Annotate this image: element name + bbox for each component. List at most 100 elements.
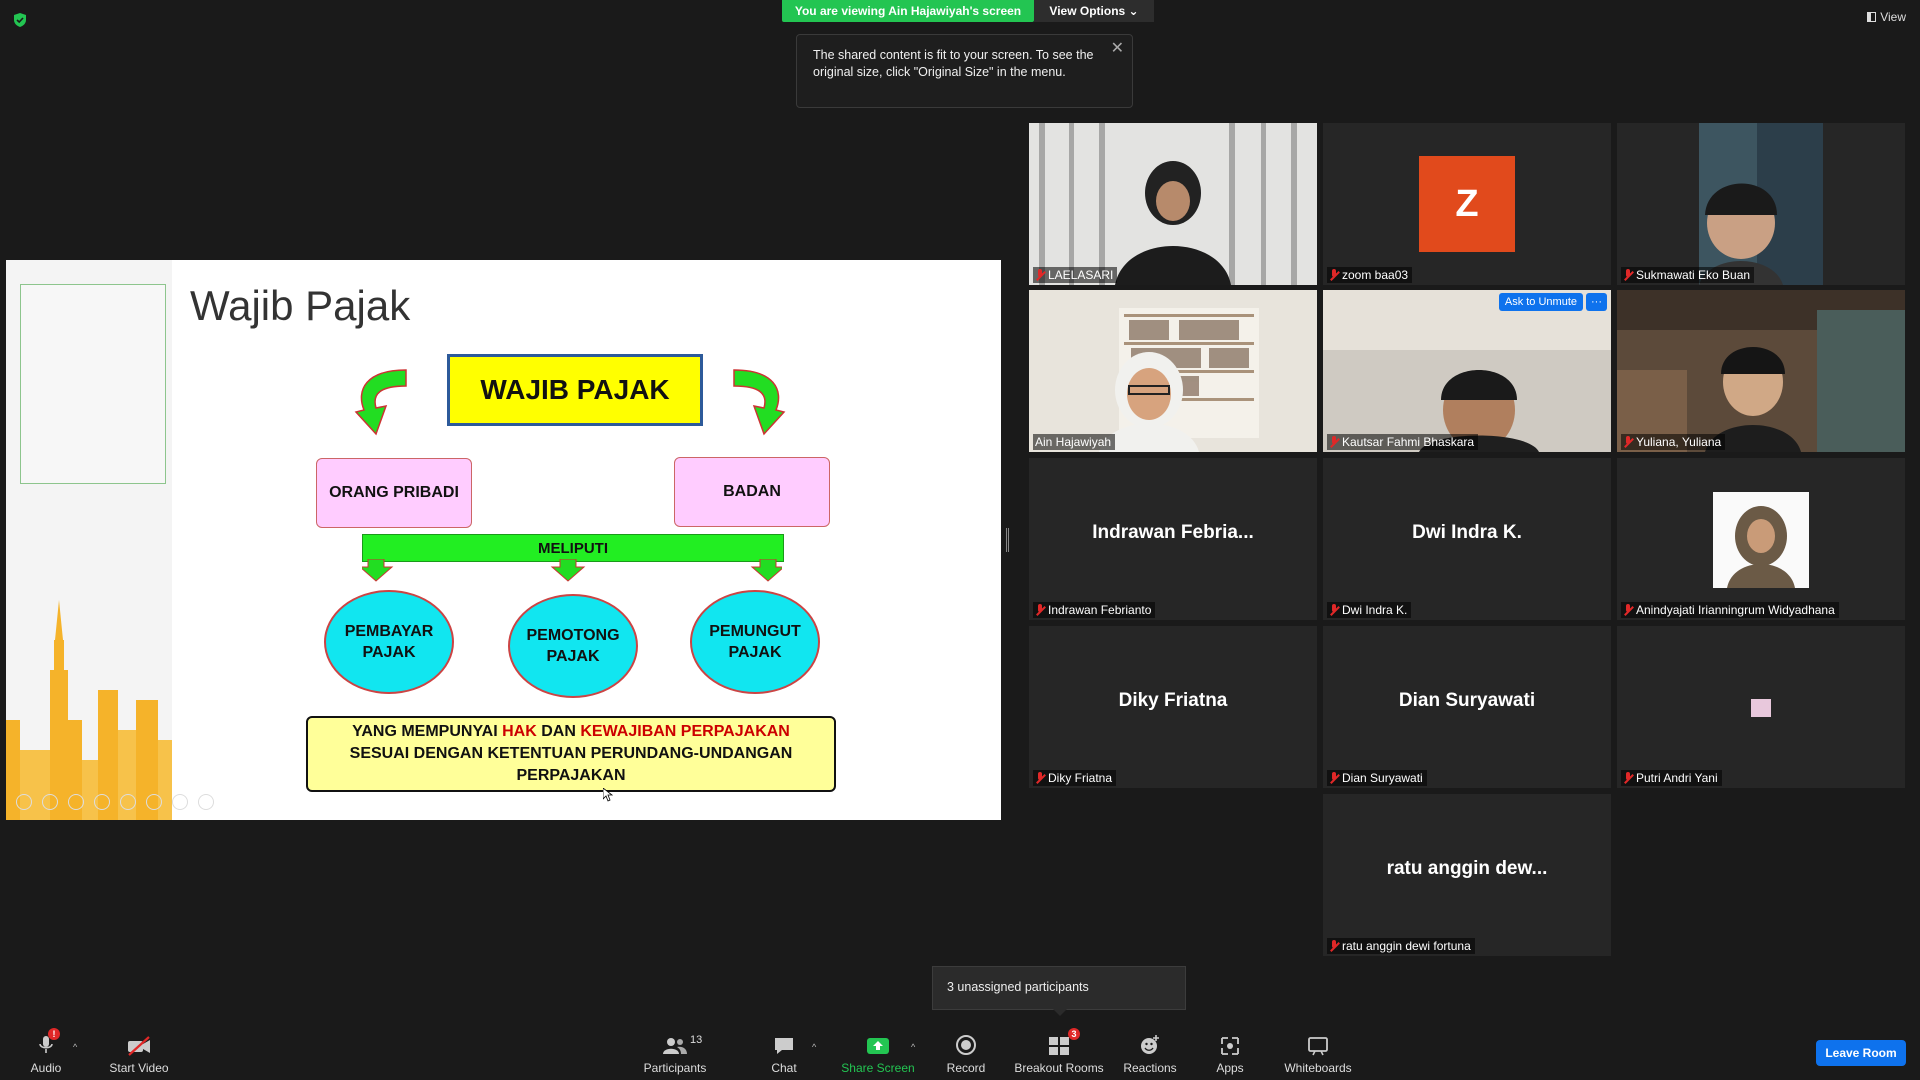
participant-name-label: Indrawan Febrianto xyxy=(1033,602,1156,618)
participants-icon xyxy=(663,1038,687,1054)
view-options-button[interactable]: View Options ⌄ xyxy=(1034,0,1154,22)
avatar: Z xyxy=(1419,156,1515,252)
video-feed xyxy=(1029,290,1317,452)
chat-button[interactable]: Chat xyxy=(762,1022,806,1080)
avatar xyxy=(1713,492,1809,588)
participant-tile[interactable]: Yuliana, Yuliana xyxy=(1617,290,1905,452)
chat-bubble-icon xyxy=(775,1038,793,1054)
participant-tile[interactable]: ratu anggin dew... ratu anggin dewi fort… xyxy=(1323,794,1611,956)
ask-to-unmute-button[interactable]: Ask to Unmute xyxy=(1498,293,1583,311)
video-feed xyxy=(1617,123,1905,285)
camera-icon[interactable] xyxy=(172,794,188,810)
muted-mic-icon xyxy=(1329,772,1339,784)
participant-tile-active-speaker[interactable]: Ain Hajawiyah xyxy=(1029,290,1317,452)
record-button[interactable]: Record xyxy=(944,1022,988,1080)
participant-tile[interactable]: Dwi Indra K. Dwi Indra K. xyxy=(1323,458,1611,620)
viewing-screen-banner: You are viewing Ain Hajawiyah's screen xyxy=(782,0,1034,22)
reactions-button[interactable]: Reactions xyxy=(1122,1022,1178,1080)
chat-label: Chat xyxy=(771,1061,797,1075)
whiteboards-label: Whiteboards xyxy=(1284,1061,1352,1075)
close-icon[interactable]: ✕ xyxy=(1111,41,1124,57)
participant-display-name: Indrawan Febria... xyxy=(1092,522,1254,543)
chat-options-caret[interactable]: ^ xyxy=(812,1042,816,1052)
security-shield-icon[interactable] xyxy=(12,12,28,28)
start-video-button[interactable]: Start Video xyxy=(104,1022,174,1080)
participant-tile[interactable]: Indrawan Febria... Indrawan Febrianto xyxy=(1029,458,1317,620)
definition-note-box: YANG MEMPUNYAI HAK DAN KEWAJIBAN PERPAJA… xyxy=(306,716,836,792)
wajib-pajak-box: WAJIB PAJAK xyxy=(447,354,703,426)
breakout-rooms-badge: 3 xyxy=(1068,1028,1080,1040)
note-kewajiban: KEWAJIBAN PERPAJAKAN xyxy=(580,723,790,740)
breakout-rooms-button[interactable]: 3 Breakout Rooms xyxy=(1012,1022,1106,1080)
participant-tile[interactable]: Putri Andri Yani xyxy=(1617,626,1905,788)
note-line-1: YANG MEMPUNYAI HAK DAN KEWAJIBAN PERPAJA… xyxy=(352,721,790,743)
fit-screen-tooltip: The shared content is fit to your screen… xyxy=(796,34,1133,108)
participant-tile[interactable]: Diky Friatna Diky Friatna xyxy=(1029,626,1317,788)
participants-button[interactable]: 13 Participants xyxy=(640,1022,710,1080)
zoom-icon[interactable] xyxy=(120,794,136,810)
note-line-2: SESUAI DENGAN KETENTUAN PERUNDANG-UNDANG… xyxy=(349,745,793,762)
pembayar-pajak-ellipse: PEMBAYAR PAJAK xyxy=(324,590,454,694)
muted-mic-icon xyxy=(1329,604,1339,616)
mouse-cursor-icon xyxy=(603,788,613,802)
badan-box: BADAN xyxy=(674,457,830,527)
shared-screen-slide[interactable]: Wajib Pajak WAJIB PAJAK ORANG PRIBADI BA… xyxy=(6,260,1001,820)
apps-icon xyxy=(1221,1037,1239,1055)
reactions-label: Reactions xyxy=(1123,1061,1177,1075)
muted-mic-icon xyxy=(1035,772,1045,784)
more-icon[interactable] xyxy=(198,794,214,810)
participant-tile[interactable]: Ask to Unmute ··· Kautsar Fahmi Bhaskara xyxy=(1323,290,1611,452)
subtitle-icon[interactable] xyxy=(146,794,162,810)
breakout-rooms-label: Breakout Rooms xyxy=(1014,1061,1104,1075)
meliputi-bar: MELIPUTI xyxy=(362,534,784,562)
note-text: YANG MEMPUNYAI xyxy=(352,723,503,740)
participant-name-label: Yuliana, Yuliana xyxy=(1621,434,1726,450)
split-resize-handle[interactable] xyxy=(1006,528,1009,552)
muted-mic-icon xyxy=(1329,436,1339,448)
share-screen-button[interactable]: Share Screen xyxy=(838,1022,918,1080)
meeting-toolbar: ! Audio ^ Start Video 13 Participants Ch… xyxy=(0,1022,1920,1080)
participant-tile[interactable]: LAELASARI xyxy=(1029,123,1317,285)
participant-tile[interactable]: Z zoom baa03 xyxy=(1323,123,1611,285)
leave-room-button[interactable]: Leave Room xyxy=(1816,1040,1906,1066)
tile-more-button[interactable]: ··· xyxy=(1586,293,1607,311)
prev-icon[interactable] xyxy=(16,794,32,810)
unassigned-participants-popover[interactable]: 3 unassigned participants xyxy=(932,966,1186,1010)
slide-frame xyxy=(20,284,166,484)
participant-name-label: LAELASARI xyxy=(1033,267,1118,283)
record-icon xyxy=(956,1035,976,1055)
share-screen-icon xyxy=(867,1038,889,1054)
city-skyline-decoration xyxy=(6,600,172,820)
participant-display-name: Diky Friatna xyxy=(1118,690,1228,711)
audio-options-caret[interactable]: ^ xyxy=(73,1042,77,1052)
view-layout-button[interactable]: View xyxy=(1867,10,1906,24)
whiteboards-button[interactable]: Whiteboards xyxy=(1280,1022,1356,1080)
participant-name-label: Anindyajati Irianningrum Widyadhana xyxy=(1621,602,1839,618)
record-label: Record xyxy=(946,1061,986,1075)
participant-name-label: Putri Andri Yani xyxy=(1621,770,1722,786)
next-icon[interactable] xyxy=(42,794,58,810)
participant-tile[interactable]: Anindyajati Irianningrum Widyadhana xyxy=(1617,458,1905,620)
slide-annotation-toolbar xyxy=(16,794,214,810)
curved-arrow-right-icon xyxy=(733,369,786,436)
curved-arrow-left-icon xyxy=(354,369,407,436)
participant-name-label: Dian Suryawati xyxy=(1327,770,1427,786)
video-feed xyxy=(1617,290,1905,452)
participant-name-label: Dwi Indra K. xyxy=(1327,602,1412,618)
apps-button[interactable]: Apps xyxy=(1210,1022,1250,1080)
note-dan: DAN xyxy=(536,723,581,740)
grid-icon[interactable] xyxy=(94,794,110,810)
share-screen-label: Share Screen xyxy=(841,1061,915,1075)
pemotong-pajak-ellipse: PEMOTONG PAJAK xyxy=(508,594,638,698)
note-hak: HAK xyxy=(502,723,537,740)
audio-button[interactable]: ! Audio xyxy=(22,1022,70,1080)
participant-tile[interactable]: Sukmawati Eko Buan xyxy=(1617,123,1905,285)
participant-display-name: Dian Suryawati xyxy=(1398,690,1536,711)
view-label: View xyxy=(1880,10,1906,24)
participant-tile[interactable]: Dian Suryawati Dian Suryawati xyxy=(1323,626,1611,788)
muted-mic-icon xyxy=(1035,269,1045,281)
pen-icon[interactable] xyxy=(68,794,84,810)
muted-mic-icon xyxy=(1035,604,1045,616)
share-options-caret[interactable]: ^ xyxy=(911,1042,915,1052)
start-video-label: Start Video xyxy=(109,1061,169,1075)
